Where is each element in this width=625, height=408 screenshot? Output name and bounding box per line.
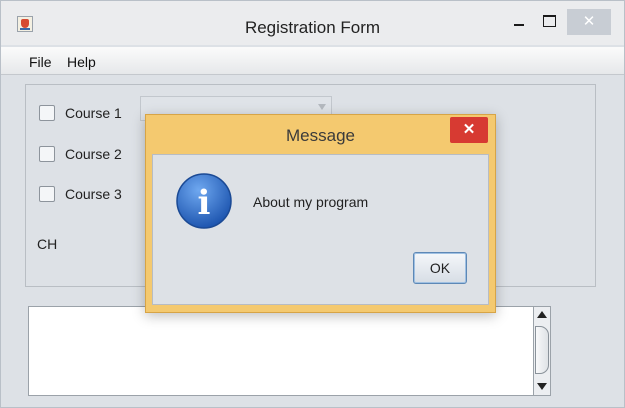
menu-help[interactable]: Help: [67, 54, 96, 70]
ok-button[interactable]: OK: [413, 252, 467, 284]
course-2-checkbox[interactable]: [39, 146, 55, 162]
message-dialog: Message ✕ i About my program OK: [145, 114, 496, 313]
menu-file[interactable]: File: [29, 54, 52, 70]
course-1-checkbox[interactable]: [39, 105, 55, 121]
menu-bar: File Help: [1, 47, 624, 75]
course-2-label: Course 2: [65, 146, 122, 162]
scroll-up-arrow-icon[interactable]: [537, 311, 547, 318]
scroll-down-arrow-icon[interactable]: [537, 383, 547, 390]
dialog-message: About my program: [253, 194, 369, 210]
course-3-checkbox[interactable]: [39, 186, 55, 202]
vertical-scrollbar[interactable]: [533, 306, 551, 396]
chevron-down-icon: [318, 104, 326, 110]
info-glyph: i: [198, 183, 211, 223]
course-1-label: Course 1: [65, 105, 122, 121]
window-title: Registration Form: [244, 18, 381, 37]
dialog-close-button[interactable]: ✕: [450, 117, 488, 143]
dialog-body: i About my program OK: [152, 154, 489, 305]
dialog-title: Message: [286, 126, 355, 145]
ch-label: CH: [37, 236, 58, 252]
title-bar[interactable]: Registration Form ✕: [1, 1, 624, 45]
close-icon: ✕: [582, 13, 596, 30]
info-icon: i: [176, 173, 232, 229]
maximize-button[interactable]: [538, 12, 558, 32]
scroll-thumb[interactable]: [535, 326, 549, 374]
course-3-label: Course 3: [65, 186, 122, 202]
close-icon: ✕: [462, 121, 476, 138]
window-close-button[interactable]: ✕: [567, 9, 611, 35]
output-text-area[interactable]: [28, 306, 534, 396]
minimize-button[interactable]: [509, 12, 529, 32]
registration-form-window: Registration Form ✕ File Help Course 1 C…: [0, 0, 625, 408]
